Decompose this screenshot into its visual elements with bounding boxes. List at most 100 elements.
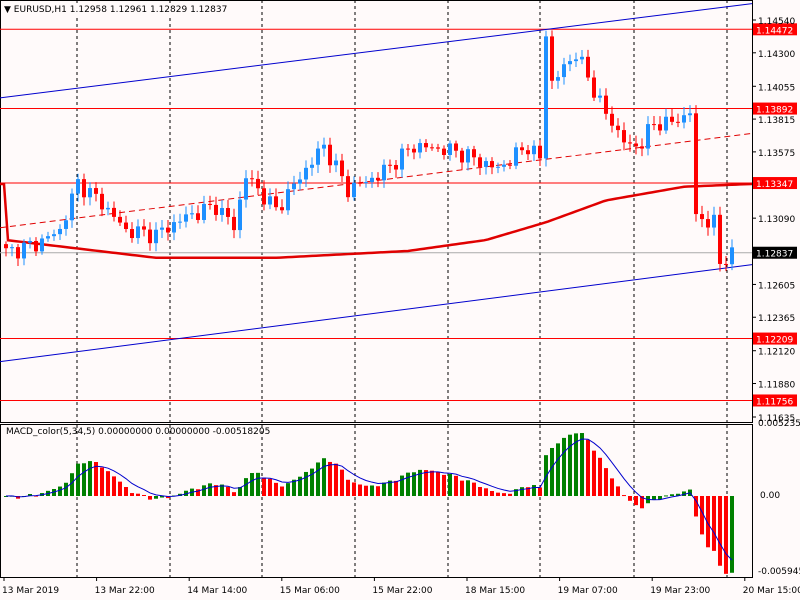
candle-body: [28, 240, 32, 243]
price-tick-label: 1.13575: [758, 149, 795, 159]
macd-histogram-bar: [466, 480, 470, 496]
channel-lower-line: [0, 264, 753, 363]
candle-body: [544, 36, 548, 159]
candle-body: [196, 213, 200, 220]
macd-histogram-bar: [268, 478, 272, 496]
macd-histogram-bar: [490, 491, 494, 496]
macd-histogram-bar: [424, 470, 428, 496]
macd-histogram-bar: [400, 475, 404, 496]
macd-histogram-bar: [586, 439, 590, 496]
candle-body: [52, 234, 56, 237]
macd-histogram-bar: [124, 486, 128, 496]
macd-histogram-bar: [532, 485, 536, 496]
macd-histogram-bar: [484, 488, 488, 496]
macd-histogram-bar: [670, 494, 674, 496]
high-value: 1.12961: [109, 5, 148, 15]
time-tick-label: 19 Mar 07:00: [558, 586, 618, 596]
candle-body: [706, 219, 710, 228]
macd-histogram-bar: [358, 484, 362, 496]
candle-body: [400, 148, 404, 170]
time-tick-label: 13 Mar 2019: [2, 586, 59, 596]
macd-histogram-bar: [142, 494, 146, 496]
candle-body: [520, 147, 524, 151]
candle-body: [16, 247, 20, 259]
macd-histogram-bar: [148, 496, 152, 500]
candle-body: [700, 214, 704, 220]
macd-signal-line: [5, 438, 733, 561]
candle-body: [184, 214, 188, 222]
candle-body: [154, 229, 158, 244]
candle-body: [100, 193, 104, 210]
price-tick-label: 1.12605: [758, 281, 795, 291]
candle-body: [622, 130, 626, 143]
macd-histogram-bar: [724, 496, 728, 574]
candle-body: [502, 164, 506, 167]
candle-body: [244, 178, 248, 200]
candle-body: [310, 164, 314, 168]
level-tag-label: 1.11756: [756, 397, 793, 407]
macd-histogram-bar: [232, 492, 236, 496]
macd-histogram-bar: [502, 493, 506, 496]
macd-histogram-bar: [88, 461, 92, 496]
candle-body: [568, 61, 572, 65]
macd-histogram-bar: [118, 481, 122, 496]
candle-body: [496, 166, 500, 168]
macd-histogram-bar: [568, 434, 572, 496]
macd-histogram-bar: [346, 479, 350, 496]
candle-body: [472, 149, 476, 158]
low-value: 1.12829: [149, 5, 188, 15]
macd-frame: [0, 424, 753, 578]
candle-body: [40, 238, 44, 252]
macd-histogram-bar: [364, 485, 368, 496]
macd-histogram-bar: [448, 473, 452, 496]
macd-histogram-bar: [256, 472, 260, 496]
candle-body: [226, 208, 230, 217]
candle-body: [112, 207, 116, 217]
candle-body: [352, 182, 356, 198]
macd-scale-zero: 0.00: [760, 491, 781, 501]
time-tick-label: 13 Mar 22:00: [95, 586, 155, 596]
candle-body: [718, 214, 722, 264]
macd-histogram-bar: [274, 482, 278, 496]
candle-body: [610, 113, 614, 126]
candle-body: [208, 203, 212, 205]
macd-histogram-bar: [556, 443, 560, 496]
candle-body: [730, 247, 734, 265]
candle-body: [514, 147, 518, 166]
time-tick-label: 19 Mar 23:00: [650, 586, 710, 596]
price-tick-label: 1.14055: [758, 83, 795, 93]
candle-body: [4, 244, 8, 249]
candle-body: [436, 147, 440, 149]
candle-body: [232, 216, 236, 231]
candle-body: [250, 178, 254, 180]
candle-body: [592, 77, 596, 98]
macd-histogram-bar: [262, 477, 266, 496]
candle-body: [190, 213, 194, 215]
macd-histogram-bar: [664, 495, 668, 497]
candle-body: [490, 161, 494, 168]
menu-triangle-icon[interactable]: ▼: [4, 5, 11, 15]
macd-histogram-bar: [436, 471, 440, 496]
macd-histogram-bar: [244, 478, 248, 496]
candle-body: [202, 203, 206, 220]
price-chart[interactable]: 1.14472 1.13892 1.13347 1.12209 1.11756 1.128…: [0, 0, 800, 600]
candle-body: [136, 226, 140, 239]
candle-body: [526, 150, 530, 155]
macd-histogram-bar: [82, 463, 86, 496]
candle-body: [556, 77, 560, 81]
candle-body: [82, 179, 86, 198]
candle-body: [598, 95, 602, 98]
macd-histogram-bar: [406, 472, 410, 496]
candle-body: [640, 146, 644, 149]
macd-histogram-bar: [712, 496, 716, 551]
macd-histogram-bar: [208, 483, 212, 496]
macd-histogram-bar: [598, 457, 602, 496]
candle-body: [58, 228, 62, 235]
candle-body: [532, 145, 536, 155]
candle-body: [340, 160, 344, 177]
macd-histogram-bar: [430, 470, 434, 496]
candle-body: [346, 176, 350, 198]
candle-body: [304, 167, 308, 180]
macd-histogram-bar: [106, 471, 110, 496]
candle-body: [466, 149, 470, 163]
